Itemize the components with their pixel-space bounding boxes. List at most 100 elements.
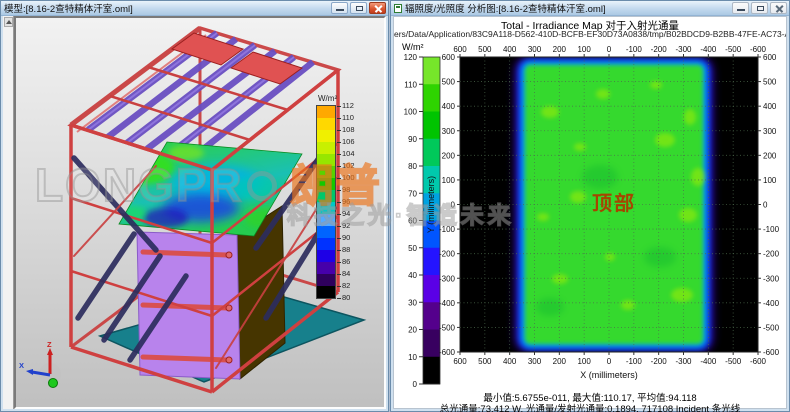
restore-icon xyxy=(356,6,363,11)
y-tick-label-right: -500 xyxy=(763,323,780,332)
close-button[interactable] xyxy=(369,2,386,14)
y-axis-label: Y (millimeters) xyxy=(426,176,436,233)
x-tick-label-top: -300 xyxy=(675,45,692,54)
restore-button[interactable] xyxy=(751,2,768,14)
colorbar-tick-label: 40 xyxy=(408,271,417,280)
colorbar-tick-label: 110 xyxy=(404,80,417,89)
x-tick-label-bottom: -300 xyxy=(675,357,692,366)
legend-tick-label: 110 xyxy=(337,113,354,122)
model-window-content: Z X W/m² 1121101081061041021009896949290… xyxy=(3,16,386,409)
y-tick-label-right: -100 xyxy=(763,225,780,234)
colorbar-title: W/m² xyxy=(402,42,424,52)
legend-tick-label: 106 xyxy=(337,137,355,146)
y-tick-label-right: 500 xyxy=(763,78,777,87)
restore-icon xyxy=(757,6,764,11)
y-tick-label-left: 500 xyxy=(442,78,456,87)
legend-band xyxy=(317,154,335,166)
x-tick-label-bottom: -600 xyxy=(750,357,767,366)
colorbar-tick-label: 30 xyxy=(408,298,417,307)
x-tick-label-top: -100 xyxy=(626,45,643,54)
legend-tick-label: 100 xyxy=(337,173,355,182)
colorbar-tick-label: 120 xyxy=(404,53,418,62)
y-tick-label-right: 400 xyxy=(763,102,777,111)
x-tick-label-top: 0 xyxy=(607,45,612,54)
legend-tick-label: 86 xyxy=(337,257,350,266)
colorbar-tick-label: 70 xyxy=(408,189,417,198)
legend-tick-label: 98 xyxy=(337,185,350,194)
x-tick-label-bottom: -200 xyxy=(651,357,668,366)
legend-band xyxy=(317,130,335,142)
y-tick-label-right: 0 xyxy=(763,201,768,210)
colorbar-tick-label: 80 xyxy=(408,162,417,171)
x-tick-label-bottom: 100 xyxy=(577,357,591,366)
x-tick-label-bottom: 300 xyxy=(528,357,542,366)
legend-band xyxy=(317,190,335,202)
legend-band xyxy=(317,178,335,190)
irradiance-window: 辐照度/光照度 分析图:[8.16-2查特精体汗室.oml] Total - I… xyxy=(390,0,790,412)
caret-up-icon xyxy=(6,20,12,24)
restore-button[interactable] xyxy=(350,2,367,14)
legend-band xyxy=(317,118,335,130)
model-window-title: 模型:[8.16-2查特精体汗室.oml] xyxy=(4,1,133,15)
model-3d-viewport[interactable]: Z X W/m² 1121101081061041021009896949290… xyxy=(14,16,386,409)
y-tick-label-right: 100 xyxy=(763,176,777,185)
irradiance-window-titlebar[interactable]: 辐照度/光照度 分析图:[8.16-2查特精体汗室.oml] xyxy=(391,1,789,16)
minimize-button[interactable] xyxy=(732,2,749,14)
triad-x-label: X xyxy=(19,361,24,370)
y-tick-label-right: -400 xyxy=(763,299,780,308)
document-icon xyxy=(394,4,402,13)
x-tick-label-top: -400 xyxy=(700,45,717,54)
legend-tick-label: 88 xyxy=(337,245,350,254)
legend-band xyxy=(317,286,335,298)
legend-tick-label: 96 xyxy=(337,197,350,206)
legend-tick-label: 90 xyxy=(337,233,350,242)
x-tick-label-bottom: 500 xyxy=(478,357,492,366)
x-tick-label-bottom: -400 xyxy=(700,357,717,366)
x-tick-label-bottom: 0 xyxy=(607,357,612,366)
x-tick-label-top: 500 xyxy=(478,45,492,54)
y-tick-label-left: -100 xyxy=(439,225,456,234)
y-tick-label-right: 200 xyxy=(763,151,777,160)
legend-band xyxy=(317,142,335,154)
legend-tick-label: 92 xyxy=(337,221,350,230)
legend-tick-label: 82 xyxy=(337,281,350,290)
close-button[interactable] xyxy=(770,2,787,14)
legend-tick-label: 80 xyxy=(337,293,350,302)
x-tick-label-top: 300 xyxy=(528,45,542,54)
y-tick-label-right: -200 xyxy=(763,250,780,259)
map-annotation: 顶部 xyxy=(592,191,636,215)
x-tick-label-bottom: 600 xyxy=(453,357,467,366)
side-gutter xyxy=(3,16,14,409)
y-tick-label-left: 0 xyxy=(451,201,456,210)
model-window-titlebar[interactable]: 模型:[8.16-2查特精体汗室.oml] xyxy=(1,1,388,16)
colorbar-tick-label: 20 xyxy=(408,326,417,335)
colorbar-tick-label: 60 xyxy=(408,217,417,226)
x-tick-label-bottom: -500 xyxy=(725,357,742,366)
colorbar-tick-label: 10 xyxy=(408,353,417,362)
x-tick-label-top: -500 xyxy=(725,45,742,54)
minimize-icon xyxy=(336,9,344,11)
x-tick-label-bottom: 200 xyxy=(553,357,567,366)
y-tick-label-left: -200 xyxy=(439,250,456,259)
y-tick-label-right: -600 xyxy=(763,348,780,357)
y-tick-label-left: 200 xyxy=(442,151,456,160)
colorbar-tick-label: 90 xyxy=(408,135,417,144)
y-tick-label-right: 300 xyxy=(763,127,777,136)
legend-band xyxy=(317,166,335,178)
y-tick-label-left: -400 xyxy=(439,299,456,308)
legend-band xyxy=(317,262,335,274)
irradiance-map-plot[interactable]: W/m²120110100908070605040302010060060050… xyxy=(394,41,790,393)
legend-tick-label: 94 xyxy=(337,209,350,218)
y-tick-label-right: 600 xyxy=(763,53,777,62)
x-tick-label-top: 100 xyxy=(577,45,591,54)
legend-tick-label: 112 xyxy=(337,101,354,110)
legend-tick-label: 104 xyxy=(337,149,355,158)
y-tick-label-left: 300 xyxy=(442,127,456,136)
model-legend: W/m² 11211010810610410210098969492908886… xyxy=(316,94,366,301)
collapse-panel-button[interactable] xyxy=(4,17,13,27)
app-workspace: 模型:[8.16-2查特精体汗室.oml] xyxy=(0,0,790,412)
legend-band xyxy=(317,274,335,286)
y-tick-label-left: -600 xyxy=(439,348,456,357)
legend-band xyxy=(317,106,335,118)
minimize-button[interactable] xyxy=(331,2,348,14)
